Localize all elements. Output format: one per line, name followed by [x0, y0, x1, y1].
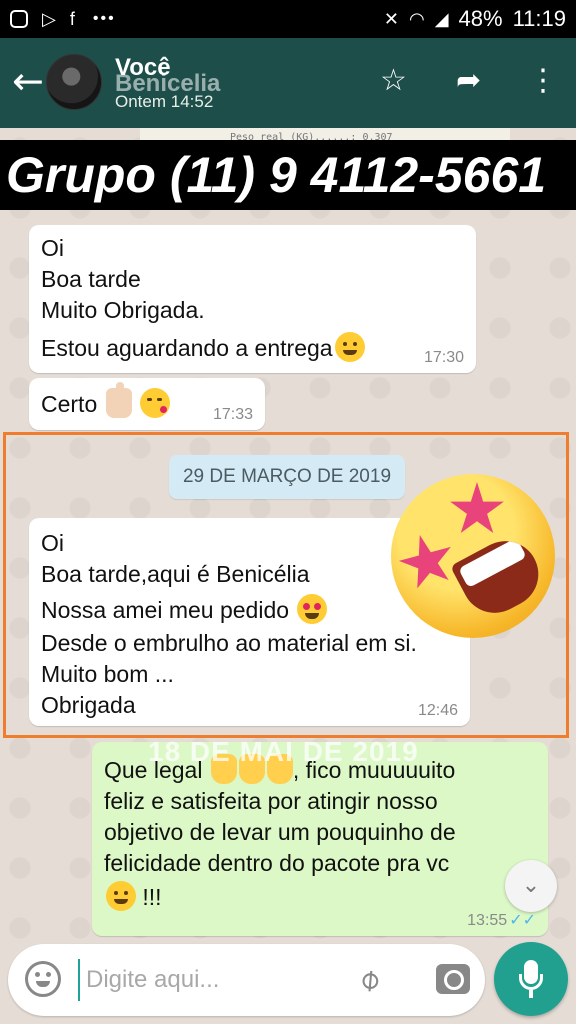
- play-store-icon: ▷: [42, 8, 56, 29]
- signal-icon: ◢: [434, 8, 449, 29]
- kiss-emoji-icon: [140, 388, 171, 418]
- clock: 11:19: [512, 6, 566, 31]
- message-text: Nossa amei meu pedido: [41, 597, 290, 623]
- message-time-status: 13:55 ✓✓: [467, 910, 536, 930]
- overlay-date-text: 18 DE MAI DE 2019: [148, 736, 419, 767]
- message-line: Boa tarde: [41, 266, 141, 292]
- phone-banner: Grupo (11) 9 4112-5661: [0, 140, 576, 210]
- message-text: Estou aguardando a entrega: [41, 335, 333, 361]
- chat-header: ← Benicelia Você Ontem 14:52 ☆ ➦ ⋮: [0, 38, 576, 128]
- emoji-icon[interactable]: [25, 961, 61, 997]
- message-line: Obrigada: [41, 692, 136, 718]
- more-vert-icon[interactable]: ⋮: [528, 66, 558, 96]
- message-input[interactable]: [78, 959, 338, 1001]
- paperclip-icon[interactable]: ⌀: [351, 960, 387, 998]
- message-line: Muito bom ...: [41, 661, 174, 687]
- message-time: 13:55: [467, 912, 508, 929]
- wifi-icon: ◠: [408, 8, 425, 29]
- status-bar-notifications: ▷ f •••: [10, 9, 116, 30]
- message-time: 12:46: [417, 702, 458, 719]
- smile-emoji-icon: [106, 881, 136, 911]
- scroll-down-button[interactable]: ⌄: [505, 860, 557, 912]
- last-seen: Ontem 14:52: [115, 92, 214, 111]
- message-line: Oi: [41, 235, 64, 261]
- instagram-icon: [10, 10, 28, 28]
- message-text: Certo: [41, 391, 98, 417]
- message-line: Desde o embrulho ao material em si.: [41, 630, 417, 656]
- message-time: 17:33: [212, 406, 253, 423]
- facebook-icon: f: [69, 8, 75, 29]
- message-bubble[interactable]: Certo 17:33: [29, 378, 265, 430]
- forward-icon[interactable]: ➦: [456, 66, 481, 96]
- mic-button[interactable]: [494, 942, 568, 1016]
- more-notifications-icon: •••: [92, 10, 116, 27]
- message-line: objetivo de levar um pouquinho de: [104, 819, 456, 845]
- message-line: feliz e satisfeita por atingir nosso: [104, 788, 438, 814]
- contact-name[interactable]: Você: [115, 54, 171, 82]
- camera-icon[interactable]: [436, 964, 470, 994]
- battery-level: 48%: [458, 6, 503, 31]
- mic-icon-leg: [529, 990, 533, 998]
- composer: ⌀: [8, 944, 485, 1016]
- read-ticks-icon: ✓✓: [509, 912, 536, 929]
- message-line: Muito Obrigada.: [41, 297, 205, 323]
- star-icon[interactable]: ☆: [380, 66, 407, 96]
- mic-icon-stand: [519, 974, 543, 990]
- chevron-down-icon: ⌄: [521, 872, 541, 897]
- thumbs-up-emoji-icon: [105, 382, 132, 418]
- message-line: felicidade dentro do pacote pra vc: [104, 850, 450, 876]
- status-bar-system: ✕ ◠ ◢ 48% 11:19: [384, 6, 566, 32]
- star-struck-sticker: [391, 474, 555, 638]
- message-bubble-outgoing[interactable]: Que legal , fico muuuuuito feliz e satis…: [92, 742, 548, 936]
- message-text: !!!: [142, 884, 162, 910]
- star-eye-icon: [393, 528, 462, 597]
- message-line-with-emoji: !!!: [104, 881, 548, 913]
- status-bar: ▷ f ••• ✕ ◠ ◢ 48% 11:19: [0, 0, 576, 38]
- date-separator: 29 DE MARÇO DE 2019: [169, 455, 405, 499]
- message-bubble[interactable]: Oi Boa tarde Muito Obrigada. Estou aguar…: [29, 225, 476, 373]
- star-eye-icon: [450, 482, 504, 533]
- smile-emoji-icon: [334, 332, 365, 362]
- message-time: 17:30: [423, 349, 464, 366]
- heart-eyes-emoji-icon: [297, 594, 328, 624]
- mute-icon: ✕: [383, 8, 399, 29]
- avatar[interactable]: [46, 54, 102, 110]
- arrow-left-icon[interactable]: ←: [12, 62, 44, 100]
- message-line-with-emoji: Estou aguardando a entrega: [41, 332, 476, 364]
